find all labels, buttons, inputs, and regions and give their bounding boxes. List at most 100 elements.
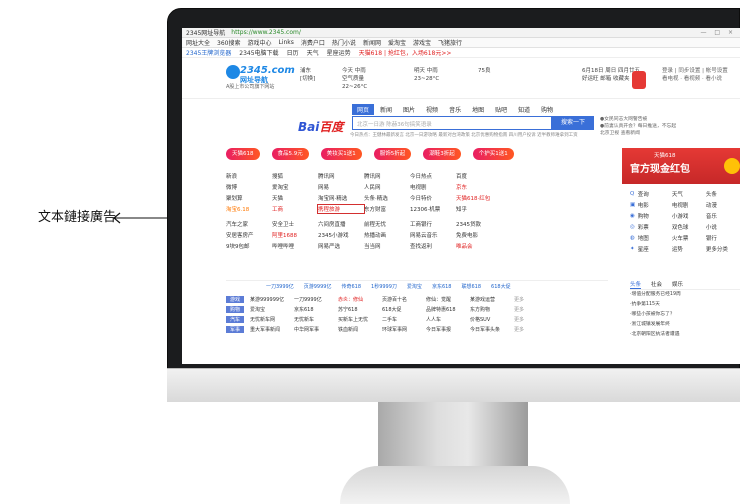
bookmark-item[interactable]: 360搜索 [217,38,240,47]
category-link[interactable]: 爱淘宝 [250,306,294,313]
bookmark-item[interactable]: 飞猪旅行 [438,38,462,47]
date-link[interactable]: 收藏夹 [613,76,630,82]
promo-pill[interactable]: 天猫618 [226,148,260,160]
tab-title[interactable]: 2345网址导航 [186,28,225,37]
site-link[interactable]: 知乎 [456,205,502,213]
category-link[interactable]: 重大军事新闻 [250,326,294,333]
news-tab[interactable]: 社会 [651,280,662,289]
site-link[interactable]: 汽车之家 [226,220,272,228]
bookmark-item[interactable]: 热门小说 [332,38,356,47]
site-link[interactable]: 唯品会 [456,242,502,250]
category-label[interactable]: 汽车 [226,315,244,323]
address-bar[interactable]: https://www.2345.com/ [231,29,301,36]
service-link[interactable]: 小游戏 [672,212,706,220]
site-link[interactable]: 工商 [272,205,318,213]
category-more[interactable]: 更多 [514,296,536,303]
site-link[interactable]: 查找返利 [410,242,456,250]
text-link-ad[interactable]: 携程旅游 [317,203,365,214]
service-link[interactable]: 火车票 [672,234,706,242]
site-link[interactable]: 安全卫士 [272,220,318,228]
site-link[interactable]: 今日特价 [410,194,456,202]
weather-today[interactable]: 今天 中雨 空气质量 22~26°C [342,67,367,91]
category-label[interactable]: 购物 [226,305,244,313]
site-link[interactable]: 淘宝网·精选 [318,194,364,202]
top-link[interactable]: 2345王牌浏览器 [186,48,231,57]
category-label[interactable]: 军事 [226,325,244,333]
category-link[interactable]: 二手车 [382,316,426,323]
strip-link[interactable]: 爱淘宝 [407,283,422,290]
site-link[interactable]: 天猫618·红包 [456,194,502,202]
baidu-logo[interactable]: Bai百度 [298,118,343,135]
category-more[interactable]: 更多 [514,326,536,333]
site-link[interactable]: 人民网 [364,183,410,191]
site-link[interactable]: 东方财富 [364,205,410,213]
category-link[interactable]: 买新车上无忧 [338,316,382,323]
news-item[interactable]: ·北京朝阳区执法者遭遇 [630,330,740,340]
site-link[interactable]: 天猫 [272,194,318,202]
side-headline[interactable]: ●前妻认真开会？每日推送，不忘起 [600,123,676,130]
news-item[interactable]: ·浙江城镇发展年终 [630,320,740,330]
site-link[interactable]: 热播动画 [364,231,410,239]
promo-pill[interactable]: 食品5.9元 [271,148,309,160]
news-item[interactable]: ·增值分配服务已经19周 [630,290,740,300]
category-link[interactable]: 苏宁618 [338,306,382,313]
category-link[interactable]: 铁血新闻 [338,326,382,333]
service-link[interactable]: 头条 [706,190,740,198]
bookmark-item[interactable]: 新闻网 [363,38,381,47]
search-tab[interactable]: 图片 [398,104,420,115]
service-link[interactable]: 彩票 [638,223,672,231]
site-link[interactable]: 当当网 [364,242,410,250]
service-link[interactable]: 音乐 [706,212,740,220]
service-link[interactable]: 银行 [706,234,740,242]
site-link[interactable]: 网易云音乐 [410,231,456,239]
top-promo-link[interactable]: 天猫618 | 抢红包，入场618元>> [359,48,452,57]
top-link[interactable]: 星座运势 [327,48,351,57]
site-link[interactable]: 网易严选 [318,242,364,250]
red-packet-ad[interactable]: 天猫618 官方现金红包 [622,148,740,184]
category-link[interactable]: 无忧新车 [294,316,338,323]
strip-link[interactable]: 传奇618 [341,283,361,290]
search-button[interactable]: 搜索一下 [552,116,594,130]
site-link[interactable]: 淘宝6.18 [226,205,272,213]
site-link[interactable]: 网易 [318,183,364,191]
search-tab[interactable]: 视频 [421,104,443,115]
site-link[interactable]: 安居客房产 [226,231,272,239]
site-link[interactable]: 头条·精选 [364,194,410,202]
news-item[interactable]: ·抗争第115天 [630,300,740,310]
date-link[interactable]: 邮箱 [600,76,611,82]
service-link[interactable]: 小说 [706,223,740,231]
hot-keywords[interactable]: 今日热点：王健林最新发言 北京一日游攻略 最新对台湾政策 北京优惠购物指南 四川… [350,132,578,138]
gift-icon[interactable] [632,71,646,89]
news-tab[interactable]: 娱乐 [672,280,683,289]
service-link[interactable]: 电影 [638,201,672,209]
category-link[interactable]: 某游戏运营 [470,296,514,303]
site-link[interactable]: 腾讯网 [364,172,410,180]
promo-pill[interactable]: 美妆买1送1 [320,148,362,160]
site-link[interactable]: 2345贷款 [456,220,502,228]
side-headline[interactable]: ●女民同志大网警告被 [600,116,676,123]
top-link[interactable]: 天气 [307,48,319,57]
site-link[interactable]: 百度 [456,172,502,180]
search-tab[interactable]: 购物 [536,104,558,115]
promo-pill[interactable]: 潮鞋3折起 [423,148,461,160]
service-link[interactable]: 运势 [672,245,706,253]
category-link[interactable]: 中华网军事 [294,326,338,333]
service-link[interactable]: 动漫 [706,201,740,209]
site-link[interactable]: 京东 [456,183,502,191]
category-link[interactable]: 环球军事网 [382,326,426,333]
search-tab[interactable]: 新闻 [375,104,397,115]
search-tab[interactable]: 网页 [352,104,375,115]
promo-pill[interactable]: 个护买1送1 [472,148,514,160]
site-link[interactable]: 12306·机票 [410,205,456,213]
site-link[interactable]: 哔哩哔哩 [272,242,318,250]
bookmark-item[interactable]: 爱淘宝 [388,38,406,47]
search-input[interactable]: 北京一日游 陈赫36句搞笑语录 [352,116,552,130]
search-tab[interactable]: 音乐 [444,104,466,115]
category-link[interactable]: 东方购物 [470,306,514,313]
category-link[interactable]: 赤炎：修仙 [338,296,382,303]
bookmark-item[interactable]: 游戏宝 [413,38,431,47]
service-link[interactable]: 更多分类 [706,245,740,253]
service-link[interactable]: 地图 [638,234,672,242]
site-logo[interactable]: 2345.com 网址导航 A股上市公司旗下网站 [226,65,295,91]
top-link[interactable]: 2345电脑下载 [239,48,278,57]
